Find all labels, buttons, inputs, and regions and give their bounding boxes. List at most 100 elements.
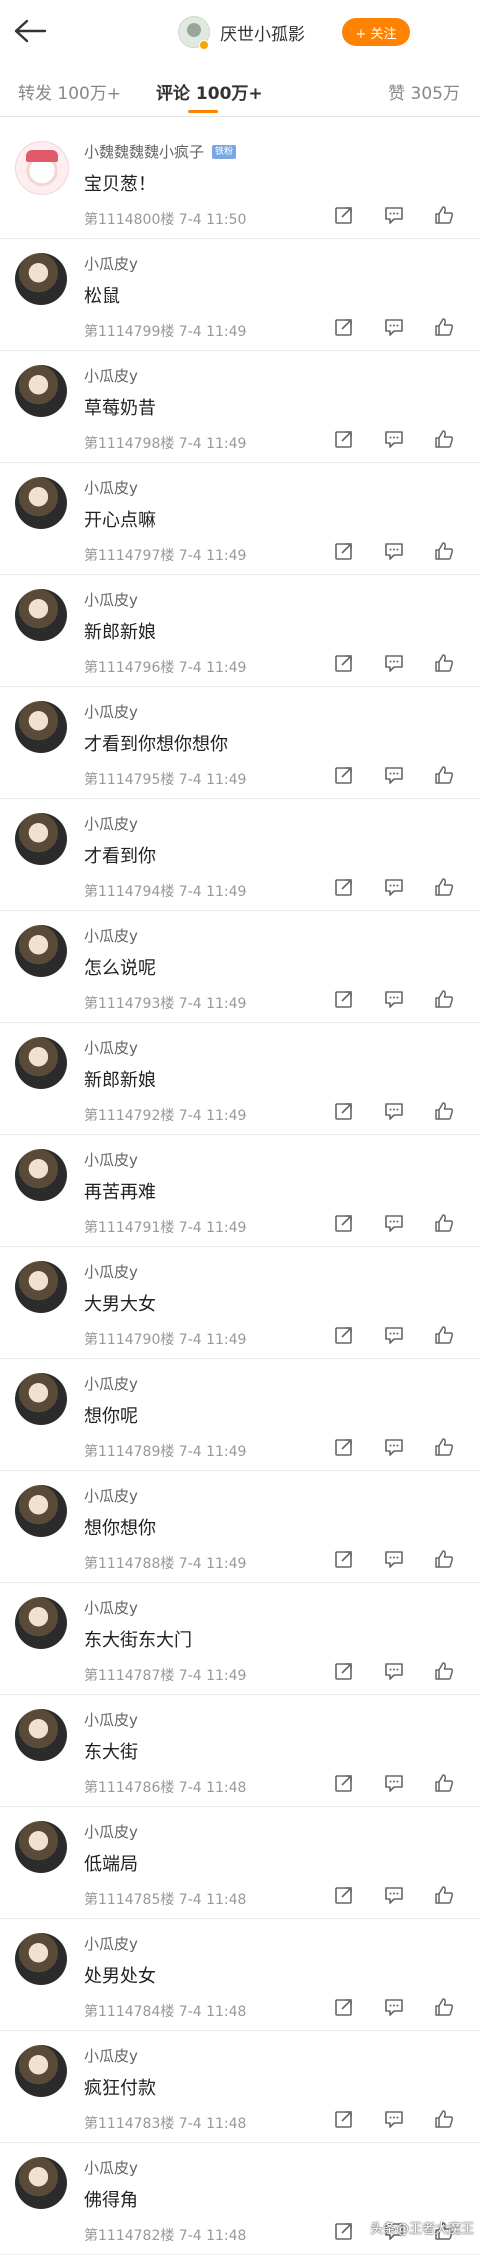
tab-comment[interactable]: 评论 100万+: [156, 79, 263, 104]
share-icon[interactable]: [334, 2221, 354, 2241]
comment-item[interactable]: 小瓜皮y 处男处女 第1114784楼 7-4 11:48: [0, 1919, 480, 2031]
user-avatar[interactable]: [15, 589, 67, 641]
like-icon[interactable]: [434, 653, 454, 673]
user-avatar[interactable]: [15, 141, 69, 195]
comment-username[interactable]: 小瓜皮y: [84, 1597, 138, 1618]
user-avatar[interactable]: [15, 1933, 67, 1985]
like-icon[interactable]: [434, 989, 454, 1009]
account-header[interactable]: 厌世小孤影: [178, 16, 305, 48]
comment-item[interactable]: 小瓜皮y 疯狂付款 第1114783楼 7-4 11:48: [0, 2031, 480, 2143]
user-avatar[interactable]: [15, 925, 67, 977]
user-avatar[interactable]: [15, 1821, 67, 1873]
reply-icon[interactable]: [384, 1885, 404, 1905]
like-icon[interactable]: [434, 317, 454, 337]
comment-username[interactable]: 小瓜皮y: [84, 2157, 138, 2178]
comment-item[interactable]: 小瓜皮y 低端局 第1114785楼 7-4 11:48: [0, 1807, 480, 1919]
like-icon[interactable]: [434, 1549, 454, 1569]
like-icon[interactable]: [434, 541, 454, 561]
username-text[interactable]: 小瓜皮y: [84, 1597, 138, 1618]
reply-icon[interactable]: [384, 765, 404, 785]
share-icon[interactable]: [334, 989, 354, 1009]
comment-username[interactable]: 小瓜皮y: [84, 1485, 138, 1506]
like-icon[interactable]: [434, 1661, 454, 1681]
share-icon[interactable]: [334, 1213, 354, 1233]
user-avatar[interactable]: [15, 701, 67, 753]
user-avatar[interactable]: [15, 1597, 67, 1649]
user-avatar[interactable]: [15, 365, 67, 417]
reply-icon[interactable]: [384, 2109, 404, 2129]
username-text[interactable]: 小瓜皮y: [84, 2157, 138, 2178]
comment-username[interactable]: 小瓜皮y: [84, 365, 138, 386]
like-icon[interactable]: [434, 205, 454, 225]
comment-item[interactable]: 小瓜皮y 大男大女 第1114790楼 7-4 11:49: [0, 1247, 480, 1359]
share-icon[interactable]: [334, 1101, 354, 1121]
share-icon[interactable]: [334, 1437, 354, 1457]
username-text[interactable]: 小瓜皮y: [84, 1261, 138, 1282]
share-icon[interactable]: [334, 1997, 354, 2017]
comment-item[interactable]: 小瓜皮y 松鼠 第1114799楼 7-4 11:49: [0, 239, 480, 351]
comment-item[interactable]: 小瓜皮y 草莓奶昔 第1114798楼 7-4 11:49: [0, 351, 480, 463]
tab-like[interactable]: 赞 305万: [388, 79, 460, 104]
username-text[interactable]: 小瓜皮y: [84, 2045, 138, 2066]
share-icon[interactable]: [334, 317, 354, 337]
share-icon[interactable]: [334, 1661, 354, 1681]
share-icon[interactable]: [334, 877, 354, 897]
username-text[interactable]: 小瓜皮y: [84, 589, 138, 610]
reply-icon[interactable]: [384, 1437, 404, 1457]
like-icon[interactable]: [434, 1885, 454, 1905]
share-icon[interactable]: [334, 1325, 354, 1345]
reply-icon[interactable]: [384, 1101, 404, 1121]
reply-icon[interactable]: [384, 1997, 404, 2017]
reply-icon[interactable]: [384, 1661, 404, 1681]
like-icon[interactable]: [434, 1101, 454, 1121]
username-text[interactable]: 小瓜皮y: [84, 1933, 138, 1954]
comment-item[interactable]: 小瓜皮y 佛得角 第1114782楼 7-4 11:48: [0, 2143, 480, 2255]
tab-repost[interactable]: 转发 100万+: [18, 79, 121, 104]
comment-username[interactable]: 小瓜皮y: [84, 1261, 138, 1282]
reply-icon[interactable]: [384, 1549, 404, 1569]
follow-button[interactable]: + 关注: [342, 18, 410, 46]
share-icon[interactable]: [334, 653, 354, 673]
comment-username[interactable]: 小瓜皮y: [84, 1709, 138, 1730]
comment-username[interactable]: 小瓜皮y: [84, 1149, 138, 1170]
user-avatar[interactable]: [15, 813, 67, 865]
comment-item[interactable]: 小瓜皮y 才看到你想你想你 第1114795楼 7-4 11:49: [0, 687, 480, 799]
username-text[interactable]: 小瓜皮y: [84, 701, 138, 722]
username-text[interactable]: 小瓜皮y: [84, 1485, 138, 1506]
comment-username[interactable]: 小瓜皮y: [84, 1933, 138, 1954]
comment-item[interactable]: 小瓜皮y 新郎新娘 第1114796楼 7-4 11:49: [0, 575, 480, 687]
comment-username[interactable]: 小瓜皮y: [84, 2045, 138, 2066]
account-name[interactable]: 厌世小孤影: [220, 20, 305, 45]
comment-item[interactable]: 小瓜皮y 才看到你 第1114794楼 7-4 11:49: [0, 799, 480, 911]
user-avatar[interactable]: [15, 477, 67, 529]
user-avatar[interactable]: [15, 1373, 67, 1425]
reply-icon[interactable]: [384, 429, 404, 449]
like-icon[interactable]: [434, 429, 454, 449]
share-icon[interactable]: [334, 429, 354, 449]
user-avatar[interactable]: [15, 1037, 67, 1089]
username-text[interactable]: 小瓜皮y: [84, 1037, 138, 1058]
comment-username[interactable]: 小瓜皮y: [84, 813, 138, 834]
reply-icon[interactable]: [384, 877, 404, 897]
comment-username[interactable]: 小瓜皮y: [84, 1373, 138, 1394]
like-icon[interactable]: [434, 1773, 454, 1793]
like-icon[interactable]: [434, 1325, 454, 1345]
share-icon[interactable]: [334, 205, 354, 225]
comment-username[interactable]: 小瓜皮y: [84, 925, 138, 946]
share-icon[interactable]: [334, 1885, 354, 1905]
back-arrow-icon[interactable]: [10, 14, 50, 48]
reply-icon[interactable]: [384, 1213, 404, 1233]
username-text[interactable]: 小瓜皮y: [84, 477, 138, 498]
share-icon[interactable]: [334, 1549, 354, 1569]
user-avatar[interactable]: [15, 2157, 67, 2209]
reply-icon[interactable]: [384, 541, 404, 561]
comment-item[interactable]: 小瓜皮y 想你想你 第1114788楼 7-4 11:49: [0, 1471, 480, 1583]
comment-username[interactable]: 小瓜皮y: [84, 1821, 138, 1842]
user-avatar[interactable]: [15, 2045, 67, 2097]
comment-username[interactable]: 小魏魏魏魏小疯子 铁粉: [84, 141, 237, 162]
comment-item[interactable]: 小瓜皮y 想你呢 第1114789楼 7-4 11:49: [0, 1359, 480, 1471]
like-icon[interactable]: [434, 2109, 454, 2129]
share-icon[interactable]: [334, 541, 354, 561]
username-text[interactable]: 小瓜皮y: [84, 813, 138, 834]
username-text[interactable]: 小瓜皮y: [84, 1373, 138, 1394]
